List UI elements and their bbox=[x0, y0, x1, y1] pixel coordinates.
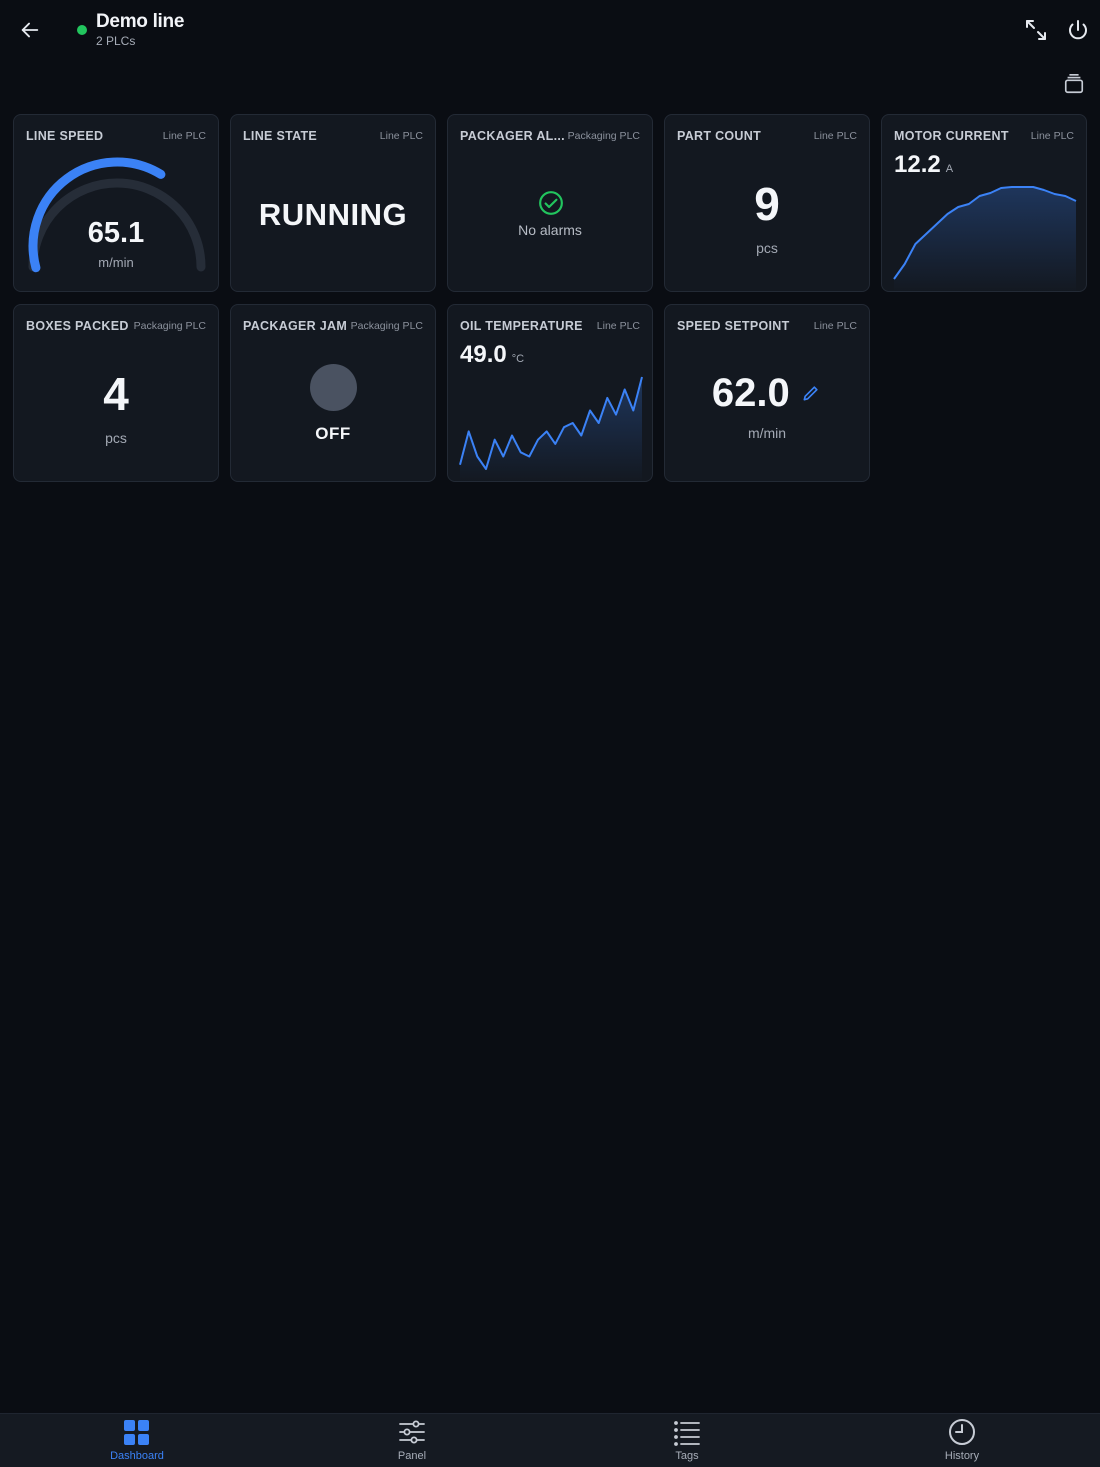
tile-title: LINE STATE bbox=[243, 129, 318, 143]
part-count-unit: pcs bbox=[756, 240, 778, 256]
nav-history[interactable]: History bbox=[912, 1414, 1012, 1467]
alarm-status-text: No alarms bbox=[518, 222, 582, 238]
nav-label: Tags bbox=[675, 1450, 699, 1462]
tile-title: BOXES PACKED bbox=[26, 319, 129, 333]
packager-jam-value: OFF bbox=[315, 424, 351, 443]
expand-icon bbox=[1026, 20, 1046, 40]
tile-speed-setpoint[interactable]: SPEED SETPOINT Line PLC 62.0 m/min bbox=[664, 304, 870, 482]
back-arrow-icon bbox=[21, 22, 39, 38]
nav-dashboard[interactable]: Dashboard bbox=[87, 1414, 187, 1467]
nav-tags[interactable]: Tags bbox=[637, 1414, 737, 1467]
page-subtitle: 2 PLCs bbox=[96, 34, 136, 48]
tile-source: Line PLC bbox=[1030, 130, 1074, 142]
back-button[interactable] bbox=[14, 14, 46, 46]
connection-status-dot bbox=[77, 25, 87, 35]
tile-packager-jam[interactable]: PACKAGER JAM Packaging PLC OFF bbox=[230, 304, 436, 482]
line-state-value: RUNNING bbox=[258, 197, 408, 232]
tile-motor-current[interactable]: MOTOR CURRENT Line PLC 12.2 A bbox=[881, 114, 1087, 293]
tile-source: Line PLC bbox=[379, 130, 423, 142]
list-icon bbox=[674, 1421, 700, 1446]
motor-current-trend-area bbox=[894, 187, 1076, 293]
tile-source: Packaging PLC bbox=[567, 130, 640, 142]
indicator-lamp bbox=[310, 364, 357, 411]
oil-temperature-trend-chart bbox=[459, 376, 643, 483]
dashboard-icon bbox=[124, 1420, 149, 1445]
speed-setpoint-value: 62.0 bbox=[711, 371, 790, 415]
nav-label: Panel bbox=[397, 1450, 427, 1462]
tile-title: LINE SPEED bbox=[26, 129, 104, 143]
tile-title: PART COUNT bbox=[677, 129, 762, 143]
tile-title: MOTOR CURRENT bbox=[894, 129, 1009, 143]
tile-source: Line PLC bbox=[596, 320, 640, 332]
nav-panel[interactable]: Panel bbox=[362, 1414, 462, 1467]
check-circle-icon bbox=[539, 191, 563, 215]
line-speed-value: 65.1 bbox=[87, 217, 145, 249]
tile-title: SPEED SETPOINT bbox=[677, 319, 790, 333]
tile-boxes-packed[interactable]: BOXES PACKED Packaging PLC 4 pcs bbox=[13, 304, 219, 482]
power-icon bbox=[1069, 20, 1087, 40]
nav-label: History bbox=[944, 1450, 980, 1462]
edit-pencil-icon bbox=[803, 385, 818, 400]
tile-source: Line PLC bbox=[813, 320, 857, 332]
tile-source: Line PLC bbox=[813, 130, 857, 142]
line-speed-unit: m/min bbox=[98, 255, 134, 270]
tile-title: PACKAGER JAM bbox=[243, 319, 348, 333]
tile-line-state[interactable]: LINE STATE Line PLC RUNNING bbox=[230, 114, 436, 292]
power-button[interactable] bbox=[1062, 14, 1094, 46]
tile-title: OIL TEMPERATURE bbox=[460, 319, 583, 333]
oil-temperature-unit: °C bbox=[511, 353, 525, 365]
tile-source: Packaging PLC bbox=[133, 320, 206, 332]
setpoint-row: 62.0 bbox=[665, 371, 869, 416]
bottom-navigation: Dashboard Panel Tags History bbox=[0, 1413, 1100, 1467]
tile-oil-temperature[interactable]: OIL TEMPERATURE Line PLC 49.0 °C bbox=[447, 304, 653, 483]
tile-source: Packaging PLC bbox=[350, 320, 423, 332]
layers-icon bbox=[1064, 74, 1084, 94]
motor-current-value: 12.2 bbox=[894, 151, 941, 178]
edit-setpoint-button[interactable] bbox=[800, 383, 822, 405]
boxes-packed-value: 4 bbox=[103, 368, 129, 420]
tile-packager-alarms[interactable]: PACKAGER AL... Packaging PLC No alarms bbox=[447, 114, 653, 292]
tile-title: PACKAGER AL... bbox=[460, 129, 565, 143]
sliders-icon bbox=[399, 1420, 425, 1444]
clock-icon bbox=[949, 1419, 975, 1445]
tile-line-speed[interactable]: LINE SPEED Line PLC 65.1 m/min bbox=[13, 114, 219, 292]
motor-current-trend-chart bbox=[893, 186, 1077, 293]
expand-button[interactable] bbox=[1020, 14, 1052, 46]
speed-setpoint-unit: m/min bbox=[747, 425, 787, 441]
layers-button[interactable] bbox=[1058, 68, 1090, 100]
oil-temperature-value: 49.0 bbox=[460, 341, 507, 368]
tile-source: Line PLC bbox=[162, 130, 206, 142]
nav-label: Dashboard bbox=[110, 1450, 164, 1462]
page-title: Demo line bbox=[96, 11, 185, 32]
motor-current-unit: A bbox=[945, 163, 954, 175]
boxes-packed-unit: pcs bbox=[105, 430, 127, 446]
tile-part-count[interactable]: PART COUNT Line PLC 9 pcs bbox=[664, 114, 870, 292]
top-bar: Demo line 2 PLCs bbox=[0, 0, 1100, 94]
part-count-value: 9 bbox=[754, 178, 780, 230]
